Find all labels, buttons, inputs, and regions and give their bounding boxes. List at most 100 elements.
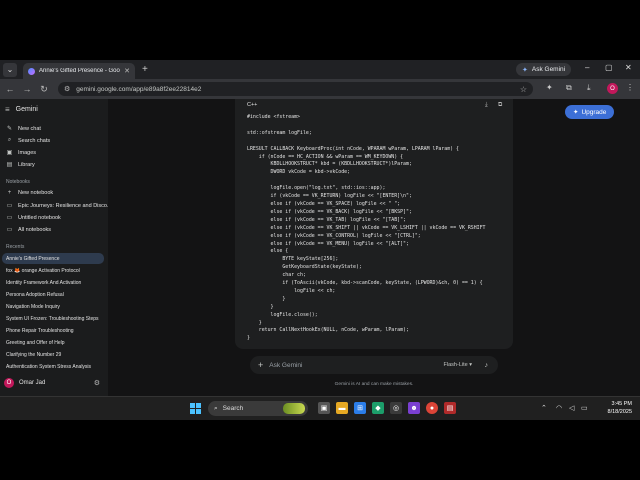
sidebar-item-images[interactable]: ▣ Images xyxy=(6,149,36,157)
add-icon: + xyxy=(7,190,12,196)
recent-chat-item[interactable]: System UI Frozen: Troubleshooting Steps xyxy=(2,313,104,324)
sidebar-item-notebook[interactable]: ▭ Epic Journeys: Resilience and Disco... xyxy=(6,202,112,210)
chrome-icon[interactable]: ● xyxy=(426,402,438,414)
microphone-icon[interactable]: ♪ xyxy=(485,362,489,369)
menu-icon[interactable]: ≡ xyxy=(5,105,10,114)
notebook-icon: ▭ xyxy=(6,203,13,209)
user-avatar: O xyxy=(4,378,14,388)
volume-icon[interactable]: ◁ xyxy=(569,404,574,412)
prompt-input-placeholder[interactable]: Ask Gemini xyxy=(269,362,302,369)
app-icon[interactable]: ▤ xyxy=(444,402,456,414)
recent-chat-item[interactable]: Greeting and Offer of Help xyxy=(2,337,104,348)
notebooks-header: Notebooks xyxy=(6,179,30,185)
recent-chat-item[interactable]: Identity Framework And Activation xyxy=(2,277,104,288)
recent-chat-item[interactable]: fox 🦊 orange Activation Protocol xyxy=(2,265,104,276)
edit-icon: ✎ xyxy=(6,126,13,132)
image-icon: ▣ xyxy=(6,150,13,156)
code-language-label: C++ xyxy=(247,102,258,108)
download-icon[interactable]: ⤓ xyxy=(587,83,591,93)
recent-chat-item[interactable]: Authentication System Stress Analysis xyxy=(2,361,104,372)
ask-gemini-label: Ask Gemini xyxy=(531,66,566,73)
recent-chat-item[interactable]: Navigation Mode Inquiry xyxy=(2,301,104,312)
wifi-icon[interactable]: ◠ xyxy=(556,404,562,412)
upgrade-button[interactable]: ✦ Upgrade xyxy=(565,105,615,119)
sidebar-item-new-notebook[interactable]: + New notebook xyxy=(6,190,53,196)
library-icon: ▤ xyxy=(6,162,13,168)
task-view-icon[interactable]: ▣ xyxy=(318,402,330,414)
address-bar[interactable]: ⚙ gemini.google.com/app/e89a8f2ee22814e2… xyxy=(58,82,533,96)
tab-title: Annie's Gifted Presence - Google xyxy=(39,68,121,74)
gemini-spark-icon: ✦ xyxy=(522,66,528,74)
discord-icon[interactable]: ☻ xyxy=(408,402,420,414)
ai-disclaimer: Gemini is AI and can make mistakes. xyxy=(334,382,414,387)
recent-chat-item[interactable]: Annie's Gifted Presence xyxy=(2,253,104,264)
profile-avatar[interactable]: O xyxy=(607,83,618,94)
recent-chat-item[interactable]: Persona Adoption Refusal xyxy=(2,289,104,300)
user-account-row[interactable]: O Omar Jad ⚙ xyxy=(4,378,104,388)
sidebar-item-all-notebooks[interactable]: ▭ All notebooks xyxy=(6,226,51,234)
windows-start-icon[interactable] xyxy=(190,403,201,414)
site-info-icon[interactable]: ⚙ xyxy=(64,85,70,93)
sidebar-item-search-chats[interactable]: ⌕ Search chats xyxy=(6,137,50,144)
extensions-icon[interactable]: ⧉ xyxy=(566,83,572,93)
chat-main: C++ ⤓ ⧉ #include <fstream> std::ofstream… xyxy=(108,99,640,396)
code-text: #include <fstream> std::ofstream logFile… xyxy=(247,114,486,342)
taskbar-search-label: Search xyxy=(222,405,244,412)
browser-tab-strip: ⌄ Annie's Gifted Presence - Google ✕ + ✦… xyxy=(0,60,640,79)
new-tab-icon[interactable]: + xyxy=(142,64,148,75)
sidebar-item-label: Epic Journeys: Resilience and Disco... xyxy=(18,202,112,209)
notebook-icon: ▭ xyxy=(6,215,13,221)
sidebar-item-label: Untitled notebook xyxy=(18,214,61,221)
upgrade-label: Upgrade xyxy=(581,108,607,116)
close-window-icon[interactable]: ✕ xyxy=(625,63,632,72)
recents-header: Recents xyxy=(6,244,25,250)
sidebar-header: ≡ Gemini xyxy=(5,105,38,114)
ask-gemini-button[interactable]: ✦ Ask Gemini xyxy=(516,63,572,76)
settings-gear-icon[interactable]: ⚙ xyxy=(94,379,100,387)
clock-time: 3:45 PM xyxy=(611,401,632,407)
screen: ⌄ Annie's Gifted Presence - Google ✕ + ✦… xyxy=(0,60,640,420)
model-selector[interactable]: Flash-Lite ▾ xyxy=(444,362,472,368)
tray-chevron-icon[interactable]: ⌃ xyxy=(541,404,547,412)
model-label: Flash-Lite xyxy=(443,362,468,368)
taskbar-search[interactable]: ⌕ Search xyxy=(208,401,308,416)
sidebar-item-library[interactable]: ▤ Library xyxy=(6,161,35,169)
search-highlight-image xyxy=(283,403,305,414)
notebook-icon: ▭ xyxy=(6,227,13,233)
sidebar: ≡ Gemini ✎ New chat ⌕ Search chats ▣ Ima… xyxy=(0,99,112,396)
sidebar-item-notebook[interactable]: ▭ Untitled notebook xyxy=(6,214,61,222)
clock-date: 8/18/2025 xyxy=(607,409,632,415)
windows-taskbar: ⌕ Search ▣ ▬ ⊞ ◆ ◎ ☻ ● ▤ ⌃ ◠ ◁ ▭ 3:45 PM… xyxy=(0,396,640,420)
sidebar-item-new-chat[interactable]: ✎ New chat xyxy=(6,125,41,133)
app-icon[interactable]: ◆ xyxy=(372,402,384,414)
back-icon[interactable]: ← xyxy=(3,84,17,94)
file-explorer-icon[interactable]: ▬ xyxy=(336,402,348,414)
maximize-icon[interactable]: ▢ xyxy=(605,63,613,72)
app-icon[interactable]: ◎ xyxy=(390,402,402,414)
store-icon[interactable]: ⊞ xyxy=(354,402,366,414)
browser-menu-icon[interactable]: ⋮ xyxy=(626,83,634,92)
sidebar-item-label: New chat xyxy=(18,125,41,132)
minimize-icon[interactable]: – xyxy=(585,63,589,72)
add-attachment-icon[interactable]: + xyxy=(258,360,263,370)
sidebar-item-label: Search chats xyxy=(18,137,51,144)
browser-tab[interactable]: Annie's Gifted Presence - Google ✕ xyxy=(23,63,135,79)
bookmark-star-icon[interactable]: ☆ xyxy=(520,85,527,94)
close-tab-icon[interactable]: ✕ xyxy=(124,67,130,75)
tab-search-icon[interactable]: ⌄ xyxy=(3,62,17,77)
recent-chat-item[interactable]: Phone Repair Troubleshooting xyxy=(2,325,104,336)
sidebar-item-label: Library xyxy=(18,161,35,168)
copy-code-icon[interactable]: ⧉ xyxy=(498,102,502,109)
sidebar-item-label: New notebook xyxy=(18,190,54,196)
download-code-icon[interactable]: ⤓ xyxy=(485,102,488,109)
url-text: gemini.google.com/app/e89a8f2ee22814e2 xyxy=(76,85,202,93)
battery-icon[interactable]: ▭ xyxy=(581,404,588,412)
forward-icon[interactable]: → xyxy=(20,84,34,94)
taskbar-clock[interactable]: 3:45 PM 8/18/2025 xyxy=(592,400,632,416)
recent-chat-item[interactable]: Clarifying the Number 29 xyxy=(2,349,104,360)
user-name: Omar Jad xyxy=(19,380,46,386)
browser-toolbar: ← → ↻ ⚙ gemini.google.com/app/e89a8f2ee2… xyxy=(0,79,640,99)
reload-icon[interactable]: ↻ xyxy=(37,84,51,95)
prompt-input-bar[interactable]: + Ask Gemini Flash-Lite ▾ ♪ xyxy=(250,356,498,374)
gemini-toolbar-icon[interactable]: ✦ xyxy=(546,83,553,92)
